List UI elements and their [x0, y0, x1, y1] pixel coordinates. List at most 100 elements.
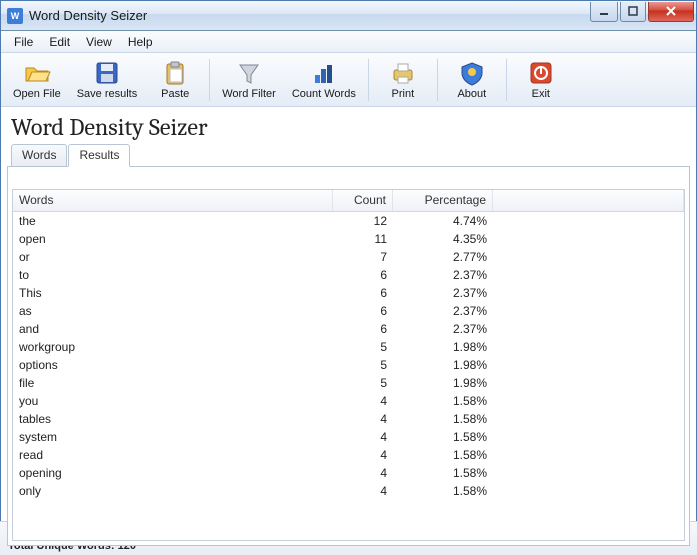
table-row[interactable]: This62.37%	[13, 284, 684, 302]
table-row[interactable]: or72.77%	[13, 248, 684, 266]
clipboard-icon	[161, 59, 189, 87]
toolbar-separator	[506, 59, 507, 101]
cell-word: or	[13, 249, 333, 265]
table-row[interactable]: system41.58%	[13, 428, 684, 446]
menu-help[interactable]: Help	[121, 33, 160, 51]
save-results-button[interactable]: Save results	[70, 56, 145, 104]
table-row[interactable]: you41.58%	[13, 392, 684, 410]
col-words[interactable]: Words	[13, 190, 333, 211]
col-percentage[interactable]: Percentage	[393, 190, 493, 211]
toolbar: Open File Save results Paste Word Filter…	[1, 53, 696, 107]
cell-count: 4	[333, 429, 393, 445]
menubar: File Edit View Help	[1, 31, 696, 53]
paste-label: Paste	[161, 88, 189, 100]
cell-count: 12	[333, 213, 393, 229]
cell-word: workgroup	[13, 339, 333, 355]
cell-percentage: 2.37%	[393, 303, 493, 319]
table-row[interactable]: to62.37%	[13, 266, 684, 284]
cell-word: open	[13, 231, 333, 247]
cell-percentage: 2.37%	[393, 321, 493, 337]
table-row[interactable]: options51.98%	[13, 356, 684, 374]
cell-percentage: 1.58%	[393, 447, 493, 463]
toolbar-separator	[368, 59, 369, 101]
about-label: About	[457, 88, 486, 100]
cell-word: to	[13, 267, 333, 283]
cell-word: This	[13, 285, 333, 301]
minimize-button[interactable]	[590, 2, 618, 22]
cell-count: 6	[333, 303, 393, 319]
cell-count: 6	[333, 267, 393, 283]
cell-percentage: 4.35%	[393, 231, 493, 247]
cell-count: 4	[333, 393, 393, 409]
menu-view[interactable]: View	[79, 33, 119, 51]
cell-word: only	[13, 483, 333, 499]
cell-word: read	[13, 447, 333, 463]
count-words-button[interactable]: Count Words	[285, 56, 363, 104]
print-label: Print	[392, 88, 415, 100]
cell-count: 5	[333, 357, 393, 373]
cell-word: the	[13, 213, 333, 229]
cell-percentage: 2.37%	[393, 285, 493, 301]
cell-percentage: 1.58%	[393, 483, 493, 499]
page-title: Word Density Seizer	[11, 113, 686, 141]
app-icon: W	[7, 8, 23, 24]
cell-word: file	[13, 375, 333, 391]
toolbar-separator	[437, 59, 438, 101]
table-row[interactable]: open114.35%	[13, 230, 684, 248]
col-count[interactable]: Count	[333, 190, 393, 211]
grid-header: Words Count Percentage	[13, 190, 684, 212]
save-results-label: Save results	[77, 88, 138, 100]
paste-button[interactable]: Paste	[146, 56, 204, 104]
titlebar[interactable]: W Word Density Seizer	[1, 1, 696, 31]
cell-count: 4	[333, 483, 393, 499]
cell-word: as	[13, 303, 333, 319]
table-row[interactable]: file51.98%	[13, 374, 684, 392]
table-row[interactable]: the124.74%	[13, 212, 684, 230]
cell-word: opening	[13, 465, 333, 481]
cell-percentage: 1.98%	[393, 357, 493, 373]
table-row[interactable]: tables41.58%	[13, 410, 684, 428]
menu-file[interactable]: File	[7, 33, 40, 51]
cell-word: system	[13, 429, 333, 445]
cell-percentage: 1.58%	[393, 429, 493, 445]
word-filter-label: Word Filter	[222, 88, 276, 100]
cell-count: 4	[333, 411, 393, 427]
power-icon	[527, 59, 555, 87]
cell-percentage: 1.58%	[393, 411, 493, 427]
exit-button[interactable]: Exit	[512, 56, 570, 104]
maximize-button[interactable]	[620, 2, 646, 22]
about-button[interactable]: About	[443, 56, 501, 104]
table-row[interactable]: opening41.58%	[13, 464, 684, 482]
cell-count: 4	[333, 447, 393, 463]
results-grid: Words Count Percentage the124.74%open114…	[12, 189, 685, 541]
tab-words[interactable]: Words	[11, 144, 67, 166]
printer-icon	[389, 59, 417, 87]
table-row[interactable]: only41.58%	[13, 482, 684, 500]
cell-percentage: 2.77%	[393, 249, 493, 265]
cell-word: tables	[13, 411, 333, 427]
cell-percentage: 1.58%	[393, 393, 493, 409]
tabstrip: Words Results	[1, 144, 696, 166]
table-row[interactable]: and62.37%	[13, 320, 684, 338]
grid-body[interactable]: the124.74%open114.35%or72.77%to62.37%Thi…	[13, 212, 684, 540]
cell-word: and	[13, 321, 333, 337]
cell-percentage: 1.98%	[393, 339, 493, 355]
open-file-label: Open File	[13, 88, 61, 100]
word-filter-button[interactable]: Word Filter	[215, 56, 283, 104]
results-panel: Words Count Percentage the124.74%open114…	[7, 166, 690, 546]
print-button[interactable]: Print	[374, 56, 432, 104]
cell-count: 7	[333, 249, 393, 265]
menu-edit[interactable]: Edit	[42, 33, 77, 51]
bar-chart-icon	[310, 59, 338, 87]
cell-percentage: 1.58%	[393, 465, 493, 481]
cell-percentage: 2.37%	[393, 267, 493, 283]
cell-count: 11	[333, 231, 393, 247]
tab-results[interactable]: Results	[68, 144, 130, 167]
table-row[interactable]: as62.37%	[13, 302, 684, 320]
open-file-button[interactable]: Open File	[6, 56, 68, 104]
table-row[interactable]: read41.58%	[13, 446, 684, 464]
cell-count: 6	[333, 321, 393, 337]
table-row[interactable]: workgroup51.98%	[13, 338, 684, 356]
close-button[interactable]	[648, 2, 694, 22]
window-title: Word Density Seizer	[29, 8, 588, 23]
